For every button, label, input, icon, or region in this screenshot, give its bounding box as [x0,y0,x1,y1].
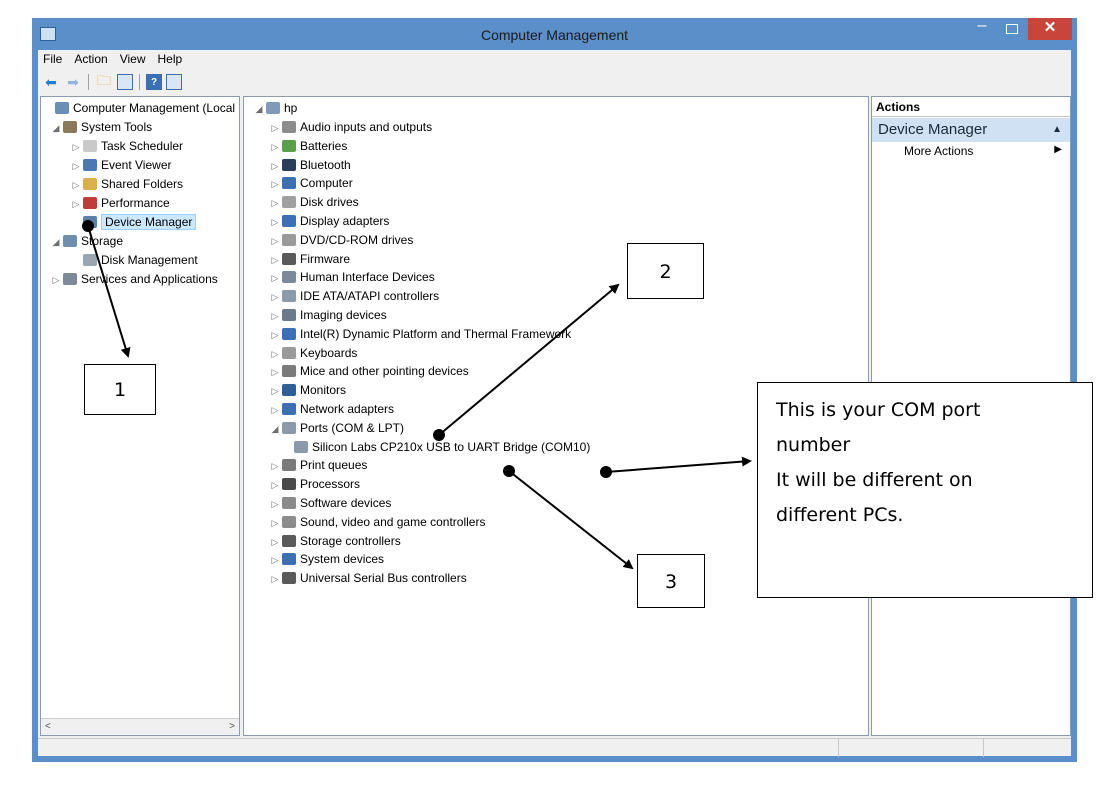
annotation-arrow-1 [87,225,131,358]
annotation-arrow-note [605,456,752,473]
annotation-arrows [82,220,752,570]
annotation-arrow-2 [438,283,620,436]
annotation-arrow-3 [508,470,634,570]
